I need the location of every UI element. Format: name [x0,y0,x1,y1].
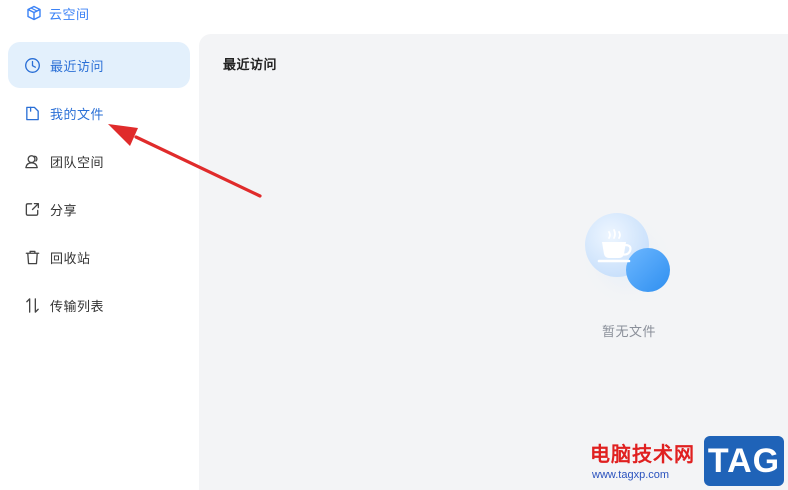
sidebar-item-label: 团队空间 [50,155,105,171]
clock-icon [25,57,40,73]
watermark-title: 电脑技术网 [590,442,695,466]
cube-icon [27,5,41,21]
file-icon [26,106,39,120]
sidebar-item-label: 回收站 [50,251,91,267]
main-panel: 最近访问 暂无文件 [199,34,788,490]
sidebar-item-recycle-bin[interactable]: 回收站 [8,234,190,280]
coffee-cup-icon [579,212,675,308]
app-window: 云空间 最近访问 我的文件 团队空间 分享 回收站 传输列表 最近访问 暂无文件… [0,0,788,490]
trash-icon [25,250,40,264]
watermark-url: www.tagxp.com [592,469,670,481]
share-icon [25,202,40,216]
transfer-icon [26,297,39,313]
sidebar-item-label: 分享 [50,203,78,219]
watermark: 电脑技术网 www.tagxp.com TAG [586,436,786,488]
sidebar-item-recent[interactable]: 最近访问 [8,42,190,88]
sidebar-item-label: 我的文件 [50,107,105,123]
sidebar-item-transfer-list[interactable]: 传输列表 [8,282,190,328]
sidebar-item-team-space[interactable]: 团队空间 [8,138,190,184]
watermark-logo: TAG [704,436,784,486]
brand[interactable]: 云空间 [26,4,90,23]
page-title: 最近访问 [223,58,278,73]
sidebar-item-label: 传输列表 [50,299,105,315]
sidebar-item-share[interactable]: 分享 [8,186,190,232]
brand-title: 云空间 [49,7,90,23]
team-icon [25,154,38,168]
sidebar-item-label: 最近访问 [50,59,105,75]
empty-state-text: 暂无文件 [601,325,656,340]
sidebar-item-my-files[interactable]: 我的文件 [8,90,190,136]
